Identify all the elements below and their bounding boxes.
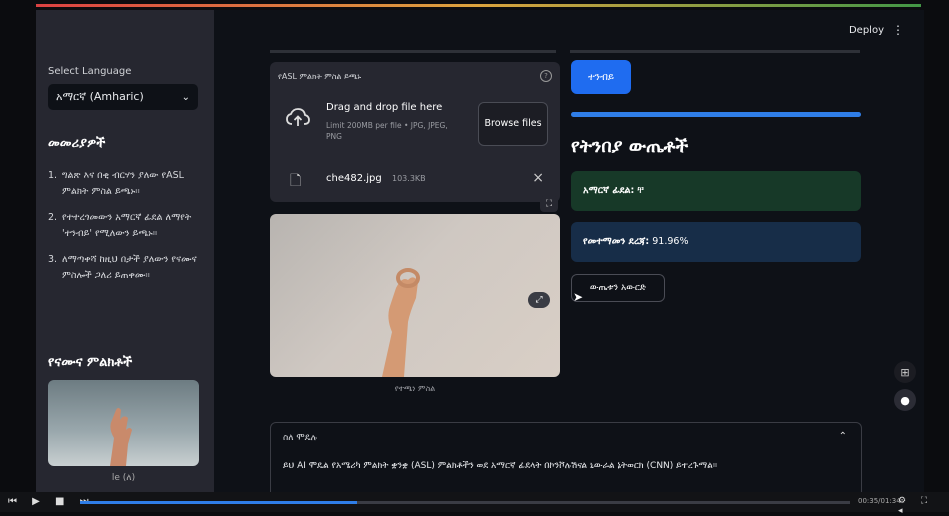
language-select-label: Select Language <box>48 66 132 77</box>
video-time: 00:35/01:34 <box>858 497 901 505</box>
browse-files-button[interactable]: Browse files <box>478 102 548 146</box>
divider <box>570 50 860 53</box>
file-uploader: የASL ምልክት ምስል ይጫኑ ? Drag and drop file h… <box>270 62 560 202</box>
image-fullscreen-icon[interactable]: ⤢ <box>528 292 550 308</box>
confidence-value: 91.96% <box>652 236 689 247</box>
chevron-down-icon: ⌄ <box>181 91 190 103</box>
results-heading: የትንበያ ውጤቶች <box>571 136 689 157</box>
file-size: 103.3KB <box>392 174 426 183</box>
hand-sign-picture <box>110 408 132 466</box>
letter-result-card: አማርኛ ፊደል: ቸ <box>571 171 861 211</box>
uploaded-file: 🗋 che482.jpg 103.3KB × <box>280 170 550 190</box>
kebab-menu-icon[interactable]: ⋮ <box>892 23 904 37</box>
streamlit-app: Select Language አማርኛ (Amharic) ⌄ መመሪያዎች … <box>36 10 924 492</box>
upload-cloud-svg <box>286 108 310 126</box>
instruction-item: 3. ለማጣቀሻ ከዚህ በታች ያለውን የናሙና ምስሎች ጋለሪ ይጠቀሙ… <box>48 254 197 281</box>
video-seek-fill <box>80 501 358 504</box>
dropzone[interactable]: Drag and drop file here Limit 200MB per … <box>280 94 550 156</box>
about-text: ይህ AI ሞዴል የአሜሪካ ምልክት ቋንቋ (ASL) ምልክቶችን ወደ… <box>283 461 718 471</box>
video-player-bar: ⏮ ▶ ■ ⏭ 00:35/01:34 ⚙ ⛶ ◂ <box>0 492 949 516</box>
sidebar: Select Language አማርኛ (Amharic) ⌄ መመሪያዎች … <box>36 10 214 492</box>
predict-button[interactable]: ተንብይ <box>571 60 631 94</box>
about-expander[interactable]: ስለ ሞዴሉ ⌃ ይህ AI ሞዴል የአሜሪካ ምልክት ቋንቋ (ASL) … <box>270 422 862 492</box>
close-icon[interactable]: × <box>532 170 544 186</box>
samples-heading: የናሙና ምልክቶች <box>48 355 133 370</box>
about-title: ስለ ሞዴሉ <box>283 433 318 443</box>
file-name: che482.jpg <box>326 173 382 184</box>
drop-title: Drag and drop file here <box>326 102 443 113</box>
help-icon[interactable]: ? <box>540 70 552 82</box>
uploader-label: የASL ምልክት ምስል ይጫኑ <box>278 72 362 81</box>
upload-cloud-icon <box>286 108 310 133</box>
letter-label: አማርኛ ፊደል: <box>583 185 635 196</box>
fullscreen-icon[interactable]: ⛶ <box>540 196 558 212</box>
deploy-button[interactable]: Deploy <box>849 25 884 36</box>
grid-icon[interactable]: ⊞ <box>894 361 916 383</box>
instructions-heading: መመሪያዎች <box>48 136 106 151</box>
uploaded-image <box>270 214 560 377</box>
download-result-button[interactable]: ውጤቱን አውርድ <box>571 274 665 302</box>
sample-caption: le (ለ) <box>111 473 136 483</box>
file-icon: 🗋 <box>290 173 302 189</box>
language-select-value: አማርኛ (Amharic) <box>56 90 144 103</box>
video-seek-bar[interactable] <box>80 501 850 504</box>
image-caption: የተጫነ ምስል <box>394 384 436 393</box>
progress-bar <box>571 112 861 117</box>
divider <box>270 50 556 53</box>
confidence-result-card: የመተማመን ደረጃ: 91.96% <box>571 222 861 262</box>
player-settings-icons[interactable]: ⚙ ⛶ ◂ <box>898 496 949 516</box>
instruction-item: 2. የተተረጎመውን አማርኛ ፊደል ለማየት 'ተንብይ' የሚለውን ይ… <box>48 212 192 239</box>
language-select[interactable]: አማርኛ (Amharic) ⌄ <box>48 84 198 110</box>
floating-icons: ⊞ ● <box>892 355 918 417</box>
hand-sign-photo <box>382 268 420 377</box>
mouse-cursor-icon: ➤ <box>573 290 584 304</box>
app-header-accent <box>36 4 921 7</box>
instructions-list: 1. ግልጽ እና በቂ ብርሃን ያለው የASL ምልክት ምስል ይጫኑ።… <box>48 168 203 294</box>
letter-value: ቸ <box>637 185 644 196</box>
chevron-up-icon[interactable]: ⌃ <box>839 431 847 442</box>
sample-image <box>48 380 199 466</box>
drop-limit: Limit 200MB per file • JPG, JPEG, PNG <box>326 121 448 141</box>
confidence-label: የመተማመን ደረጃ: <box>583 236 650 247</box>
assistant-icon[interactable]: ● <box>894 389 916 411</box>
instruction-item: 1. ግልጽ እና በቂ ብርሃን ያለው የASL ምልክት ምስል ይጫኑ። <box>48 170 184 197</box>
progress-fill <box>571 112 861 117</box>
